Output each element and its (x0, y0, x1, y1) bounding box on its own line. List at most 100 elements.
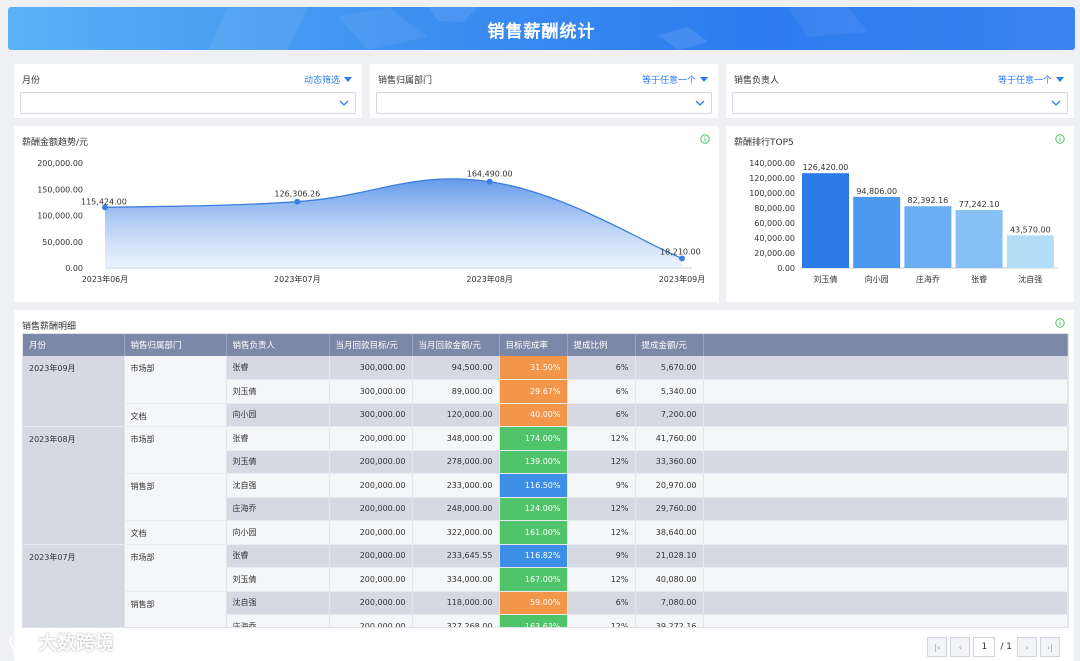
chevron-down-icon (695, 100, 705, 106)
trend-chart: 200,000.00 150,000.00 100,000.00 50,000.00 0… (37, 159, 706, 284)
cell-completion-rate: 29.67% (499, 379, 568, 404)
bar[interactable] (904, 206, 952, 268)
cell-completion-rate: 139.00% (499, 450, 568, 474)
cell-department: 市场部 (124, 356, 227, 404)
y-tick-label: 0.00 (65, 264, 83, 273)
x-tick-label: 2023年08月 (466, 274, 513, 284)
chevron-down-icon (339, 100, 349, 106)
cell-commission-ratio: 9% (567, 544, 636, 568)
table-row[interactable]: 销售部 沈自强 200,000.00 233,000.00 116.50% 9% 20,97… (23, 473, 1068, 521)
top5-bar-chart: 140,000.00 120,000.00 100,000.00 80,000.00 6… (749, 159, 1058, 284)
cell-commission-amount: 41,760.00 (635, 426, 704, 451)
first-page-button[interactable]: |‹ (927, 637, 948, 657)
caret-down-icon (700, 77, 708, 82)
page-number-input[interactable]: 1 (973, 637, 996, 657)
column-header-amount[interactable]: 当月回款金额/元 (412, 334, 500, 356)
cell-commission-ratio: 12% (567, 497, 636, 521)
cell-commission-ratio: 12% (567, 450, 636, 474)
cell-amount: 248,000.00 (412, 497, 500, 521)
column-header-commission-amount[interactable]: 提成金额/元 (635, 334, 704, 356)
filter-month: 月份 动态筛选 (14, 64, 362, 118)
filter-salesperson-select[interactable] (732, 92, 1068, 114)
cell-salesperson: 庄海乔 (226, 614, 330, 627)
filter-operator-dropdown[interactable]: 等于任意一个 (998, 73, 1064, 86)
cell-commission-amount: 5,340.00 (635, 379, 704, 404)
chevron-down-icon (1051, 100, 1061, 106)
filter-label: 月份 (22, 76, 41, 86)
cell-department: 文档 (124, 520, 227, 545)
y-tick-label: 150,000.00 (37, 185, 83, 194)
next-page-button[interactable]: › (1017, 637, 1037, 657)
cell-amount: 233,000.00 (412, 473, 500, 498)
detail-table-scroll[interactable]: 月份 销售归属部门 销售负责人 当月回款目标/元 当月回款金额/元 目标完成率 … (22, 333, 1069, 628)
bar[interactable] (802, 173, 849, 268)
y-tick-label: 120,000.00 (749, 174, 795, 183)
x-tick-label: 2023年07月 (274, 274, 321, 284)
cell-commission-amount: 21,028.10 (635, 544, 704, 568)
cell-commission-amount: 33,360.00 (635, 450, 704, 474)
trend-point[interactable] (486, 178, 493, 185)
cell-salesperson: 庄海乔 (226, 497, 330, 521)
detail-table-title: 销售薪酬明细 (22, 322, 77, 332)
column-header-salesperson[interactable]: 销售负责人 (226, 334, 330, 356)
bar[interactable] (1006, 235, 1054, 268)
cell-salesperson: 沈自强 (226, 473, 330, 498)
trend-point[interactable] (294, 198, 301, 205)
trend-chart-card: 薪酬金额趋势/元 200,000.00 150,000.00 100,000.00 5… (14, 126, 719, 302)
last-page-button[interactable]: ›| (1040, 637, 1060, 657)
cell-target: 300,000.00 (329, 403, 413, 427)
column-header-filler (703, 334, 1068, 356)
filter-department-select[interactable] (376, 92, 712, 114)
column-header-department[interactable]: 销售归属部门 (124, 334, 227, 356)
x-tick-label: 庄海乔 (916, 274, 940, 284)
bar[interactable] (955, 210, 1003, 268)
watermark-text: 大数跨境 (38, 632, 115, 654)
prev-page-button[interactable]: ‹ (950, 637, 971, 657)
cell-salesperson: 张睿 (226, 426, 330, 451)
table-row[interactable]: 2023年07月 市场部 张睿 200,000.00 233,645.55 116.82%… (23, 544, 1068, 627)
trend-data-label: 164,490.00 (467, 170, 513, 179)
filter-operator-dropdown[interactable]: 动态筛选 (304, 73, 352, 86)
watermark-logo-icon (9, 633, 31, 650)
cell-filler (703, 520, 1068, 545)
info-icon[interactable] (1055, 318, 1065, 328)
trend-data-label: 126,306.26 (274, 190, 320, 199)
y-tick-label: 50,000.00 (42, 238, 83, 247)
column-header-target[interactable]: 当月回款目标/元 (329, 334, 413, 356)
column-header-completion-rate[interactable]: 目标完成率 (499, 334, 568, 356)
filter-operator-label: 等于任意一个 (997, 76, 1052, 86)
cell-amount: 278,000.00 (412, 450, 500, 474)
x-tick-label: 2023年09月 (659, 274, 706, 284)
column-header-commission-ratio[interactable]: 提成比例 (567, 334, 636, 356)
table-row[interactable]: 文档 向小园 300,000.00 120,000.00 40.00% 6% 7,200.0… (23, 403, 1068, 427)
column-header-month[interactable]: 月份 (23, 334, 125, 356)
cell-filler (703, 450, 1068, 474)
cell-department: 文档 (124, 403, 227, 427)
cell-salesperson: 向小园 (226, 520, 330, 545)
x-tick-label: 刘玉倩 (814, 274, 838, 284)
cell-month: 2023年09月 (23, 356, 125, 427)
cell-commission-ratio: 9% (567, 473, 636, 498)
filter-operator-dropdown[interactable]: 等于任意一个 (642, 73, 708, 86)
filter-month-select[interactable] (20, 92, 356, 114)
cell-amount: 118,000.00 (412, 591, 500, 615)
bar[interactable] (853, 196, 901, 268)
cell-salesperson: 张睿 (226, 356, 330, 380)
cell-target: 200,000.00 (329, 591, 413, 615)
y-tick-label: 100,000.00 (749, 189, 795, 198)
cell-department: 市场部 (124, 426, 227, 474)
page-total: / 1 (1000, 642, 1012, 652)
y-tick-label: 40,000.00 (754, 234, 795, 243)
table-row[interactable]: 销售部 沈自强 200,000.00 118,000.00 59.00% 6% 7,080.… (23, 591, 1068, 627)
cell-completion-rate: 174.00% (499, 426, 568, 451)
trend-area (105, 178, 682, 268)
cell-amount: 120,000.00 (412, 403, 500, 427)
cell-commission-amount: 39,272.16 (635, 614, 704, 627)
cell-commission-amount: 7,200.00 (635, 403, 704, 427)
table-row[interactable]: 文档 向小园 200,000.00 322,000.00 161.00% 12% 38,64… (23, 520, 1068, 545)
cell-amount: 334,000.00 (412, 567, 500, 592)
cell-target: 200,000.00 (329, 497, 413, 521)
table-row[interactable]: 2023年08月 市场部 张睿 200,000.00 348,000.00 174.00%… (23, 426, 1068, 545)
table-row[interactable]: 2023年09月 市场部 张睿 300,000.00 94,500.00 31.50% 6%… (23, 356, 1068, 427)
cell-commission-amount: 7,080.00 (635, 591, 704, 615)
